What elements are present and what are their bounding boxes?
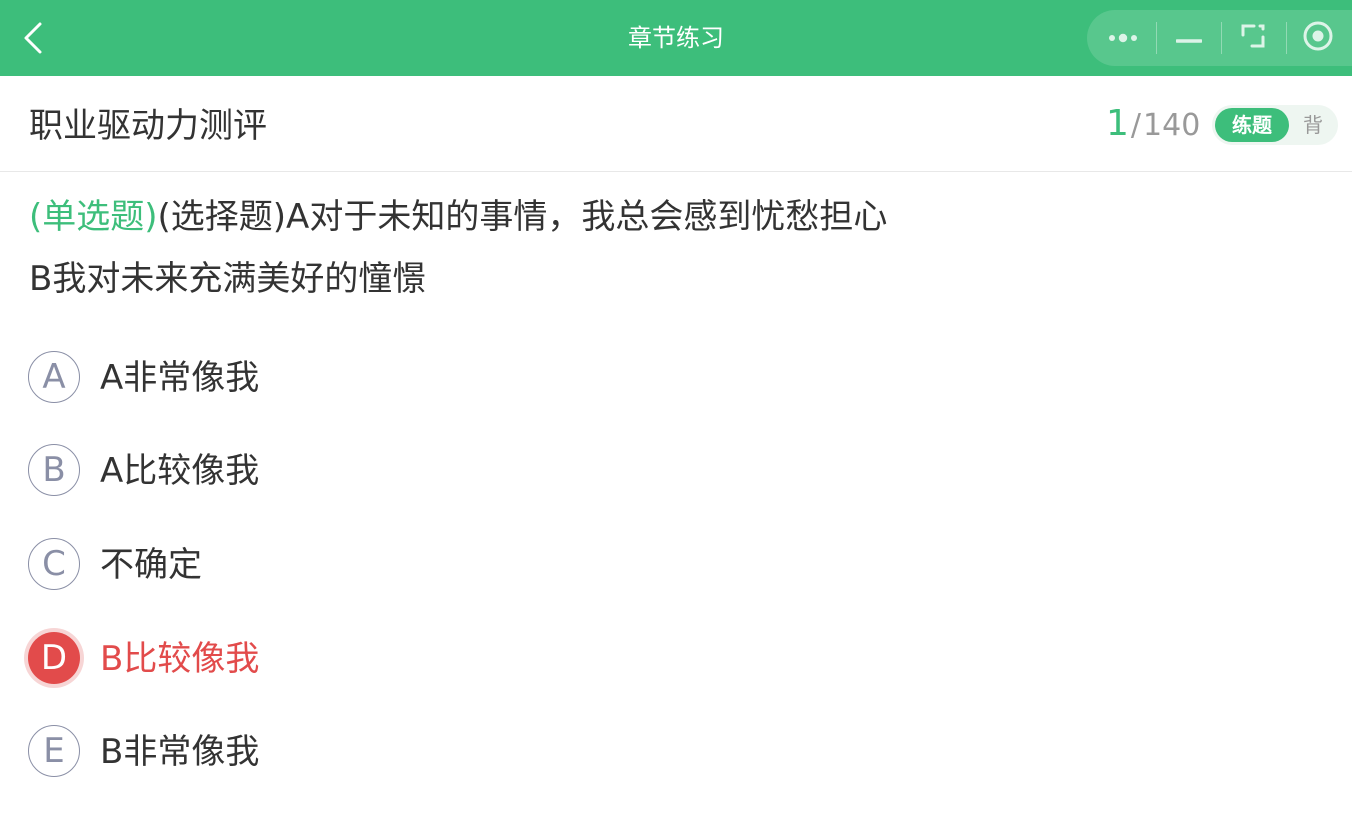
option-label: A比较像我: [100, 451, 260, 491]
mode-practice-tab[interactable]: 练题: [1215, 108, 1289, 142]
question-stem: (选择题)A对于未知的事情，我总会感到忧愁担心: [157, 197, 888, 237]
mode-memorize-tab[interactable]: 背: [1298, 108, 1328, 142]
restore-button[interactable]: [1237, 10, 1269, 66]
question-text: (单选题)(选择题)A对于未知的事情，我总会感到忧愁担心 B我对未来充满美好的憧…: [29, 186, 1319, 310]
option-c[interactable]: C 不确定: [28, 538, 1324, 592]
top-nav-bar: 章节练习: [0, 0, 1352, 76]
minimize-icon: [1175, 29, 1203, 48]
option-label: 不确定: [100, 545, 202, 585]
option-letter-badge: E: [28, 725, 80, 777]
minimize-button[interactable]: [1175, 10, 1203, 66]
page-header: 职业驱动力测评 1/140 练题 背: [0, 76, 1352, 172]
capsule-divider: [1221, 22, 1222, 54]
option-e[interactable]: E B非常像我: [28, 725, 1324, 779]
more-button[interactable]: [1105, 10, 1145, 66]
window-capsule: [1087, 10, 1352, 66]
option-label: B非常像我: [100, 732, 260, 772]
current-question-number: 1: [1106, 103, 1129, 144]
question-counter: 1/140: [1106, 102, 1200, 148]
close-button[interactable]: [1301, 10, 1335, 66]
option-d[interactable]: D B比较像我: [28, 632, 1324, 686]
page-title: 职业驱动力测评: [29, 106, 267, 146]
close-target-icon: [1302, 20, 1334, 56]
capsule-divider: [1286, 22, 1287, 54]
restore-icon: [1240, 23, 1266, 53]
option-letter-badge: A: [28, 351, 80, 403]
mode-toggle: 练题 背: [1212, 105, 1338, 145]
counter-separator: /: [1130, 108, 1142, 143]
option-letter-badge: B: [28, 444, 80, 496]
total-questions: 140: [1143, 108, 1201, 143]
app-root: 章节练习 职业驱动力测评 1/140 练题 背 (单选题)(选择题)A对于未知的…: [0, 0, 1352, 818]
capsule-divider: [1156, 22, 1157, 54]
option-letter-badge: D: [28, 632, 80, 684]
question-line-2: B我对未来充满美好的憧憬: [29, 259, 427, 299]
option-label: A非常像我: [100, 358, 260, 398]
option-b[interactable]: B A比较像我: [28, 444, 1324, 498]
more-dots-icon: [1107, 29, 1143, 48]
question-type-label: (单选题): [29, 197, 158, 237]
option-letter-badge: C: [28, 538, 80, 590]
option-label: B比较像我: [100, 639, 260, 679]
option-a[interactable]: A A非常像我: [28, 351, 1324, 405]
question-line-1: (单选题)(选择题)A对于未知的事情，我总会感到忧愁担心: [29, 186, 1319, 248]
